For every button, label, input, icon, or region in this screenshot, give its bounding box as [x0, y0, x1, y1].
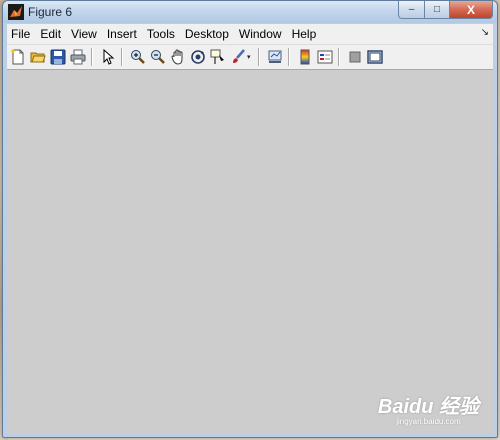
- figure-window: Figure 6 – □ X File Edit View Insert Too…: [2, 0, 498, 438]
- figure-canvas[interactable]: Baidu 经验 jingyan.baidu.com: [7, 69, 493, 434]
- colorbar-icon[interactable]: [296, 48, 314, 66]
- title-bar[interactable]: Figure 6 – □ X: [3, 1, 497, 23]
- menu-window[interactable]: Window: [234, 24, 287, 44]
- figure-toolbar: ▾: [7, 44, 493, 69]
- maximize-icon: □: [433, 4, 441, 15]
- menu-bar: File Edit View Insert Tools Desktop Wind…: [7, 24, 493, 44]
- close-icon: X: [466, 2, 475, 17]
- zoom-out-icon[interactable]: [149, 48, 167, 66]
- brush-dropdown-icon[interactable]: ▾: [247, 53, 254, 61]
- show-plot-tools-icon[interactable]: [366, 48, 384, 66]
- menu-help[interactable]: Help: [287, 24, 322, 44]
- maximize-button[interactable]: □: [425, 1, 450, 19]
- matlab-icon: [8, 4, 24, 20]
- rotate-3d-icon[interactable]: [189, 48, 207, 66]
- toolbar-separator: [258, 48, 260, 66]
- toolbar-separator: [338, 48, 340, 66]
- zoom-in-icon[interactable]: [129, 48, 147, 66]
- minimize-button[interactable]: –: [398, 1, 425, 19]
- open-file-icon[interactable]: [29, 48, 47, 66]
- menu-tools[interactable]: Tools: [142, 24, 180, 44]
- menu-edit[interactable]: Edit: [35, 24, 66, 44]
- legend-icon[interactable]: [316, 48, 334, 66]
- baidu-watermark-logo: Baidu 经验: [377, 396, 479, 418]
- menu-view[interactable]: View: [66, 24, 102, 44]
- close-button[interactable]: X: [450, 1, 493, 19]
- brush-icon[interactable]: [229, 48, 247, 66]
- save-icon[interactable]: [49, 48, 67, 66]
- minimize-icon: –: [408, 4, 415, 15]
- data-cursor-icon[interactable]: [209, 48, 227, 66]
- menu-insert[interactable]: Insert: [102, 24, 142, 44]
- pan-hand-icon[interactable]: [169, 48, 187, 66]
- toolbar-separator: [288, 48, 290, 66]
- new-figure-icon[interactable]: [9, 48, 27, 66]
- toolbar-separator: [91, 48, 93, 66]
- menu-file[interactable]: File: [7, 24, 35, 44]
- link-plot-icon[interactable]: [266, 48, 284, 66]
- toolbar-separator: [121, 48, 123, 66]
- watermark: Baidu 经验 jingyan.baidu.com: [378, 390, 479, 426]
- edit-plot-arrow-icon[interactable]: [99, 48, 117, 66]
- hide-plot-tools-icon[interactable]: [346, 48, 364, 66]
- menu-desktop[interactable]: Desktop: [180, 24, 234, 44]
- undock-arrow-icon[interactable]: ↘: [481, 27, 489, 38]
- window-title: Figure 6: [28, 5, 73, 19]
- print-icon[interactable]: [69, 48, 87, 66]
